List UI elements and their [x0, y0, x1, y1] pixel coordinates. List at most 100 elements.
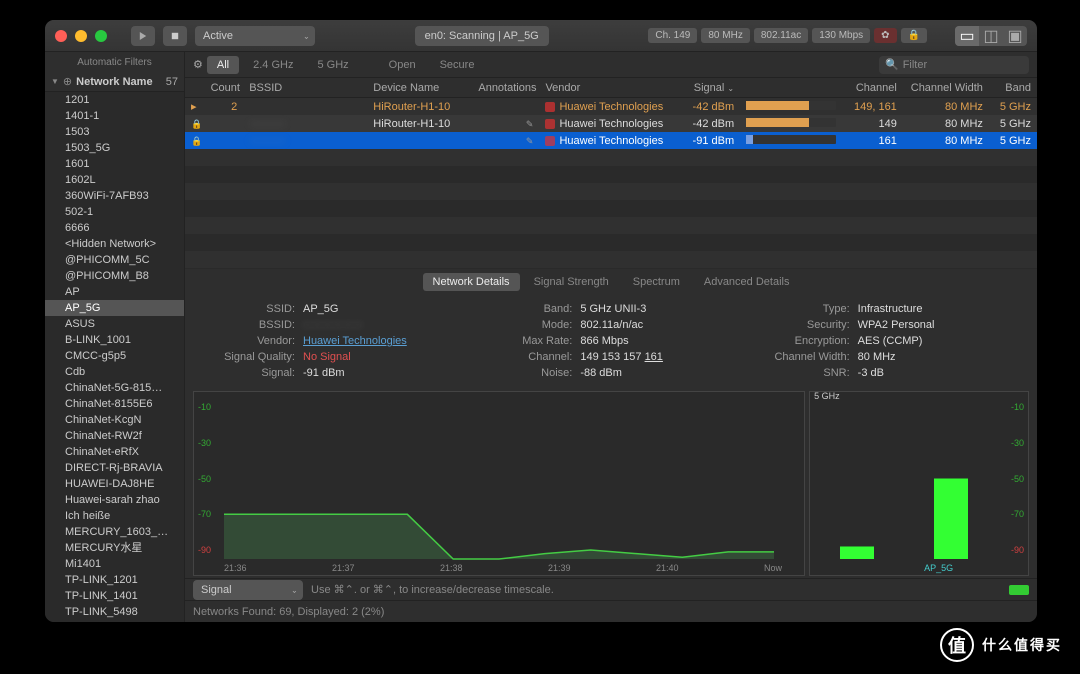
col-header[interactable]: Channel Width	[903, 82, 989, 94]
detail-row: Security:WPA2 Personal	[760, 319, 1017, 331]
disclosure-icon[interactable]: ▼	[51, 77, 59, 86]
table-row[interactable]: 🔒··········HiRouter-H1-10✎Huawei Technol…	[185, 115, 1037, 132]
sidebar-item[interactable]: HUAWEI-DAJ8HE	[45, 476, 184, 492]
zoom-window-button[interactable]	[95, 30, 107, 42]
sidebar-item[interactable]: MERCURY_1603_…	[45, 524, 184, 540]
play-button[interactable]	[131, 26, 155, 46]
table-row[interactable]: 🔒··········✎Huawei Technologies-91 dBm16…	[185, 132, 1037, 149]
detail-row: BSSID:·· ·· ·· ·· ·· ··	[205, 319, 462, 331]
sidebar-item[interactable]: 502-1	[45, 204, 184, 220]
sidebar-item[interactable]: ChinaNet-8155E6	[45, 396, 184, 412]
sidebar-item[interactable]: CMCC-g5p5	[45, 348, 184, 364]
close-window-button[interactable]	[55, 30, 67, 42]
vendor-icon	[545, 119, 555, 129]
minimize-window-button[interactable]	[75, 30, 87, 42]
pencil-icon[interactable]: ✎	[526, 119, 534, 129]
sidebar-auto-filters[interactable]: Automatic Filters	[45, 52, 184, 72]
scan-mode-value: Active	[203, 30, 233, 42]
sidebar-item[interactable]: AP_5G	[45, 300, 184, 316]
sidebar-item[interactable]: 1201	[45, 92, 184, 108]
titlebar: Active en0: Scanning | AP_5G Ch. 149 80 …	[45, 20, 1037, 52]
view-split-button[interactable]: ◫	[979, 26, 1003, 46]
sidebar-item[interactable]: TP-LINK_1401	[45, 588, 184, 604]
vendor-icon	[545, 136, 555, 146]
details-grid: SSID:AP_5GBSSID:·· ·· ·· ·· ·· ··Vendor:…	[185, 295, 1037, 387]
signal-band-chart[interactable]: 5 GHz-10-30-50-70-90AP_5G	[809, 391, 1029, 576]
sidebar-item[interactable]: ChinaNet-eRfX	[45, 444, 184, 460]
col-header[interactable]: Annotations	[472, 82, 539, 94]
scan-mode-select[interactable]: Active	[195, 26, 315, 46]
sidebar-item[interactable]: 1601	[45, 156, 184, 172]
sidebar-header[interactable]: ▼ ⊕ Network Name 57	[45, 72, 184, 92]
traffic-lights	[55, 30, 107, 42]
detail-row: Band:5 GHz UNII-3	[482, 303, 739, 315]
col-header[interactable]: Count	[205, 82, 244, 94]
sidebar-item[interactable]: @PHICOMM_5C	[45, 252, 184, 268]
tab-network-details[interactable]: Network Details	[423, 273, 520, 291]
tab-signal-strength[interactable]: Signal Strength	[524, 273, 619, 291]
detail-row: Channel:149 153 157 161	[482, 351, 739, 363]
table-row[interactable]: ▸2HiRouter-H1-10Huawei Technologies-42 d…	[185, 98, 1037, 115]
filter-secure[interactable]: Secure	[430, 56, 485, 74]
sidebar-item[interactable]: Mi1401	[45, 556, 184, 572]
stop-button[interactable]	[163, 26, 187, 46]
sidebar-item[interactable]: 360WiFi-7AFB93	[45, 188, 184, 204]
col-header[interactable]: Band	[989, 82, 1037, 94]
tab-advanced-details[interactable]: Advanced Details	[694, 273, 800, 291]
sidebar-item[interactable]: 1503_5G	[45, 140, 184, 156]
sidebar-item[interactable]: 1503	[45, 124, 184, 140]
watermark-text: 什么值得买	[982, 635, 1062, 655]
detail-row: Signal Quality:No Signal	[205, 351, 462, 363]
sidebar-item[interactable]: ChinaNet-KcgN	[45, 412, 184, 428]
filter-all[interactable]: All	[207, 56, 239, 74]
network-list[interactable]: 12011401-115031503_5G16011602L360WiFi-7A…	[45, 92, 184, 622]
sidebar-item[interactable]: Huawei-sarah zhao	[45, 492, 184, 508]
view-main-button[interactable]: ▭	[955, 26, 979, 46]
sidebar-item[interactable]: DIRECT-Rj-BRAVIA	[45, 460, 184, 476]
col-header[interactable]: BSSID	[243, 82, 367, 94]
pencil-icon[interactable]: ✎	[526, 136, 534, 146]
detail-row: Encryption:AES (CCMP)	[760, 335, 1017, 347]
col-header[interactable]: Device Name	[367, 82, 472, 94]
detail-row: Type:Infrastructure	[760, 303, 1017, 315]
sidebar: Automatic Filters ▼ ⊕ Network Name 57 12…	[45, 52, 185, 622]
signal-mode-select[interactable]: Signal	[193, 580, 303, 600]
sidebar-item[interactable]: TP-LINK_5600	[45, 620, 184, 622]
sidebar-item[interactable]: ASUS	[45, 316, 184, 332]
filter-5ghz[interactable]: 5 GHz	[307, 56, 358, 74]
sidebar-item[interactable]: 1401-1	[45, 108, 184, 124]
sidebar-item[interactable]: ChinaNet-5G-815…	[45, 380, 184, 396]
sidebar-item[interactable]: 6666	[45, 220, 184, 236]
sidebar-item[interactable]: B-LINK_1001	[45, 332, 184, 348]
detail-row: Signal:-91 dBm	[205, 367, 462, 379]
sidebar-item[interactable]: ChinaNet-RW2f	[45, 428, 184, 444]
sidebar-item[interactable]: AP	[45, 284, 184, 300]
gear-icon[interactable]: ⚙	[193, 58, 203, 71]
stats-text: Networks Found: 69, Displayed: 2 (2%)	[193, 606, 384, 618]
col-header[interactable]: Signal ⌄	[683, 82, 741, 94]
sidebar-item[interactable]: MERCURY水星	[45, 540, 184, 556]
view-detail-button[interactable]: ▣	[1003, 26, 1027, 46]
col-header[interactable]: Vendor	[539, 82, 682, 94]
filter-search[interactable]: 🔍 Filter	[879, 56, 1029, 74]
sidebar-item[interactable]: 1602L	[45, 172, 184, 188]
signal-time-chart[interactable]: -10-30-50-70-9021:3621:3721:3821:3921:40…	[193, 391, 805, 576]
view-mode-group: ▭ ◫ ▣	[955, 26, 1027, 46]
connection-pills: Ch. 149 80 MHz 802.11ac 130 Mbps ✿ 🔒	[648, 28, 927, 43]
pill-mode: 802.11ac	[754, 28, 808, 43]
sidebar-item[interactable]: <Hidden Network>	[45, 236, 184, 252]
col-header[interactable]: Channel	[836, 82, 903, 94]
sidebar-item[interactable]: Ich heiße	[45, 508, 184, 524]
table-header: CountBSSIDDevice NameAnnotationsVendorSi…	[185, 78, 1037, 98]
pill-channel: Ch. 149	[648, 28, 697, 43]
detail-tabs: Network Details Signal Strength Spectrum…	[185, 269, 1037, 295]
sidebar-item[interactable]: TP-LINK_1201	[45, 572, 184, 588]
vendor-icon	[545, 102, 555, 112]
sidebar-item[interactable]: TP-LINK_5498	[45, 604, 184, 620]
sidebar-item[interactable]: Cdb	[45, 364, 184, 380]
detail-row: SNR:-3 dB	[760, 367, 1017, 379]
filter-open[interactable]: Open	[379, 56, 426, 74]
tab-spectrum[interactable]: Spectrum	[623, 273, 690, 291]
sidebar-item[interactable]: @PHICOMM_B8	[45, 268, 184, 284]
filter-24ghz[interactable]: 2.4 GHz	[243, 56, 303, 74]
